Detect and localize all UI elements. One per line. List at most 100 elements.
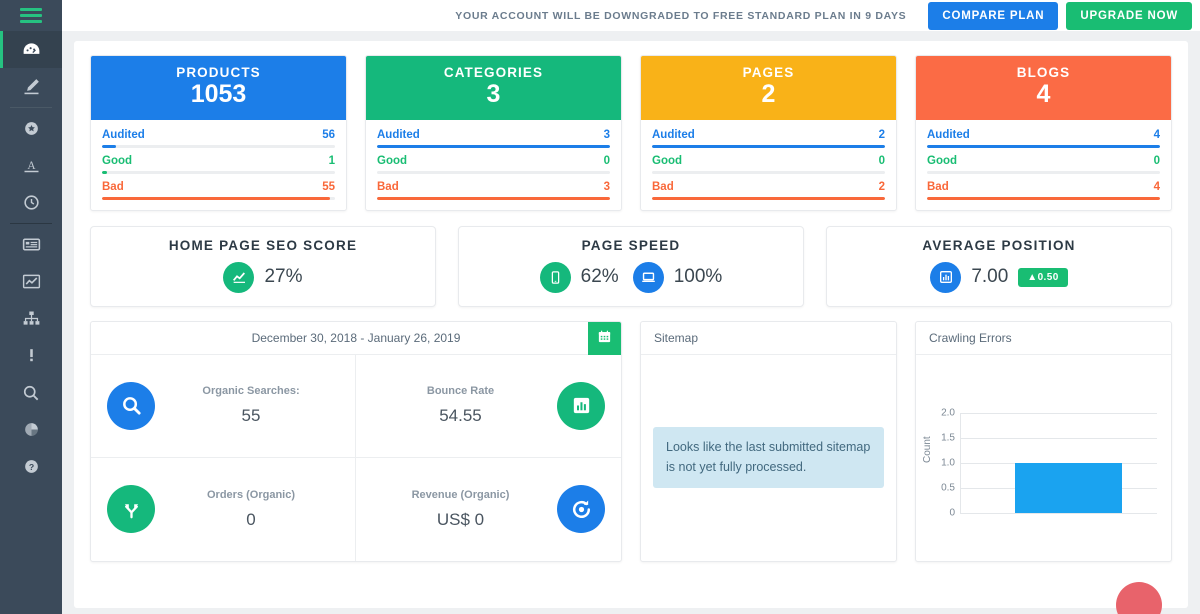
bounce-rate-cell: Bounce Rate 54.55: [356, 355, 621, 458]
bar-chart-icon: [930, 261, 962, 293]
chart-y-tick: 1.0: [941, 457, 955, 468]
upgrade-now-button[interactable]: UPGRADE NOW: [1066, 1, 1192, 30]
metric-bad: Bad 55: [102, 181, 335, 200]
stat-card-header: PRODUCTS 1053: [91, 56, 346, 120]
stat-card-body: Audited 56 Good 1 Bad 55: [91, 120, 346, 210]
organic-analytics-panel: December 30, 2018 - January 26, 2019 Org…: [90, 320, 622, 562]
downgrade-notice: YOUR ACCOUNT WILL BE DOWNGRADED TO FREE …: [455, 9, 907, 22]
sidebar-divider: [10, 223, 52, 224]
mobile-icon: [539, 261, 571, 293]
crawling-errors-title: Crawling Errors: [929, 330, 1012, 345]
calendar-picker-button[interactable]: [588, 321, 621, 355]
analytics-metric-grid: Organic Searches: 55 Bounce Rate 54.55 O…: [91, 354, 621, 561]
sidebar-item-optimize[interactable]: [0, 68, 62, 105]
chart-y-axis-label: Count: [922, 435, 933, 463]
metric-label: Good: [652, 154, 683, 167]
metric-good: Good 0: [652, 155, 885, 174]
sidebar-item-history[interactable]: [0, 184, 62, 221]
panels-row: December 30, 2018 - January 26, 2019 Org…: [90, 320, 1172, 562]
sidebar-item-analytics[interactable]: [0, 263, 62, 300]
analytics-panel-header: December 30, 2018 - January 26, 2019: [91, 321, 621, 355]
metric-progress-bar: [102, 170, 335, 174]
chart-gridline: [960, 412, 1157, 414]
metric-audited: Audited 56: [102, 129, 335, 148]
hamburger-menu-button[interactable]: [0, 0, 62, 31]
metric-label: Organic Searches:: [202, 385, 300, 397]
metric-value: 2: [878, 180, 885, 193]
chart-y-tick: 1.5: [941, 432, 955, 443]
line-chart-icon: [223, 261, 255, 293]
calendar-icon: [597, 329, 612, 347]
stat-card-body: Audited 3 Good 0 Bad 3: [366, 120, 621, 210]
metric-audited: Audited 4: [927, 129, 1160, 148]
app-root: A ? YOUR ACCOUNT WILL BE DOWNGRADED TO F…: [0, 0, 1200, 614]
chart-y-tick: 0: [949, 507, 955, 518]
metric-progress-bar: [102, 196, 335, 200]
question-circle-icon: ?: [22, 457, 41, 476]
sidebar-item-search[interactable]: [0, 374, 62, 411]
sidebar-item-sitemap[interactable]: [0, 300, 62, 337]
svg-text:A: A: [27, 160, 36, 172]
pencil-icon: [21, 76, 42, 97]
metric-progress-bar: [377, 196, 610, 200]
crawling-errors-panel-header: Crawling Errors: [916, 322, 1171, 355]
metric-label: Bad: [927, 180, 949, 193]
metric-progress-bar: [377, 170, 610, 174]
desktop-icon: [632, 261, 664, 293]
stat-card-count: 2: [761, 80, 776, 108]
crawling-errors-chart: Count 2.0 1.5 1.0 0.5 0: [916, 355, 1171, 561]
metric-bad: Bad 2: [652, 181, 885, 200]
clock-history-icon: [22, 193, 41, 212]
sidebar-item-issues[interactable]: [0, 337, 62, 374]
chart-gridline: [960, 437, 1157, 439]
sidebar-item-statistics[interactable]: [0, 411, 62, 448]
metric-label: Audited: [377, 128, 420, 141]
metric-progress-bar: [102, 144, 335, 148]
dashboard-content: PRODUCTS 1053 Audited 56 Good 1 Bad 55 C…: [74, 41, 1188, 608]
gauge-icon: [21, 39, 42, 60]
compare-plan-button[interactable]: COMPARE PLAN: [928, 1, 1059, 30]
chart-y-tick: 2.0: [941, 407, 955, 418]
topbar: YOUR ACCOUNT WILL BE DOWNGRADED TO FREE …: [62, 0, 1200, 31]
stat-card-header: CATEGORIES 3: [366, 56, 621, 120]
metric-value: 0: [603, 154, 610, 167]
page-speed-card: PAGE SPEED 62% 100%: [458, 225, 804, 307]
metric-bad: Bad 4: [927, 181, 1160, 200]
svg-text:?: ?: [28, 462, 33, 472]
sitemap-panel-header: Sitemap: [641, 322, 896, 355]
sidebar-item-badge[interactable]: [0, 110, 62, 147]
metric-progress-bar: [927, 144, 1160, 148]
stat-card-title: BLOGS: [1016, 65, 1071, 80]
sidebar-item-typography[interactable]: A: [0, 147, 62, 184]
average-position-delta-badge: ▲0.50: [1018, 267, 1068, 287]
chart-y-tick: 0.5: [941, 482, 955, 493]
metric-value: 2: [878, 128, 885, 141]
line-chart-icon: [21, 271, 42, 292]
sidebar-item-reports[interactable]: [0, 226, 62, 263]
metric-label: Bad: [652, 180, 674, 193]
metric-label: Good: [102, 154, 133, 167]
stat-card-body: Audited 4 Good 0 Bad 4: [916, 120, 1171, 210]
stat-card-title: CATEGORIES: [443, 65, 544, 80]
sitemap-title: Sitemap: [654, 330, 699, 345]
stat-card-pages: PAGES 2 Audited 2 Good 0 Bad 2: [640, 55, 897, 211]
sidebar-item-help[interactable]: ?: [0, 448, 62, 485]
sidebar-item-dashboard[interactable]: [0, 31, 62, 68]
metric-label: Audited: [927, 128, 970, 141]
average-position-value: 7.00: [971, 266, 1009, 287]
metric-value: 54.55: [439, 406, 482, 425]
metric-progress-bar: [377, 144, 610, 148]
metric-label: Bad: [377, 180, 399, 193]
hamburger-menu-icon: [20, 8, 42, 23]
metric-label: Audited: [102, 128, 145, 141]
stat-card-blogs: BLOGS 4 Audited 4 Good 0 Bad 4: [915, 55, 1172, 211]
chart-bar: [1015, 462, 1122, 513]
sitemap-panel: Sitemap Looks like the last submitted si…: [640, 320, 897, 562]
page-bottom: [62, 582, 1200, 614]
score-title: HOME PAGE SEO SCORE: [168, 237, 358, 253]
bar-chart-icon: [557, 381, 605, 430]
metric-bad: Bad 3: [377, 181, 610, 200]
metric-value: 56: [322, 128, 335, 141]
home-page-seo-score-card: HOME PAGE SEO SCORE 27%: [90, 225, 436, 307]
metric-label: Good: [927, 154, 958, 167]
